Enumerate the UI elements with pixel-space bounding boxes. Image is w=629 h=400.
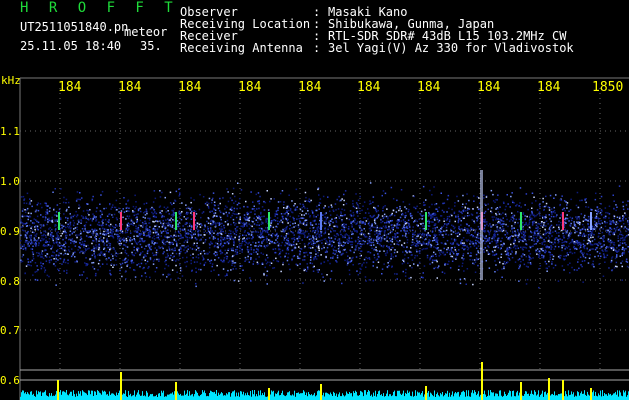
signal-level-bars — [20, 362, 629, 400]
noise-band — [20, 182, 629, 289]
x-gridlines — [59, 88, 601, 370]
spectrogram-plot — [19, 77, 629, 400]
